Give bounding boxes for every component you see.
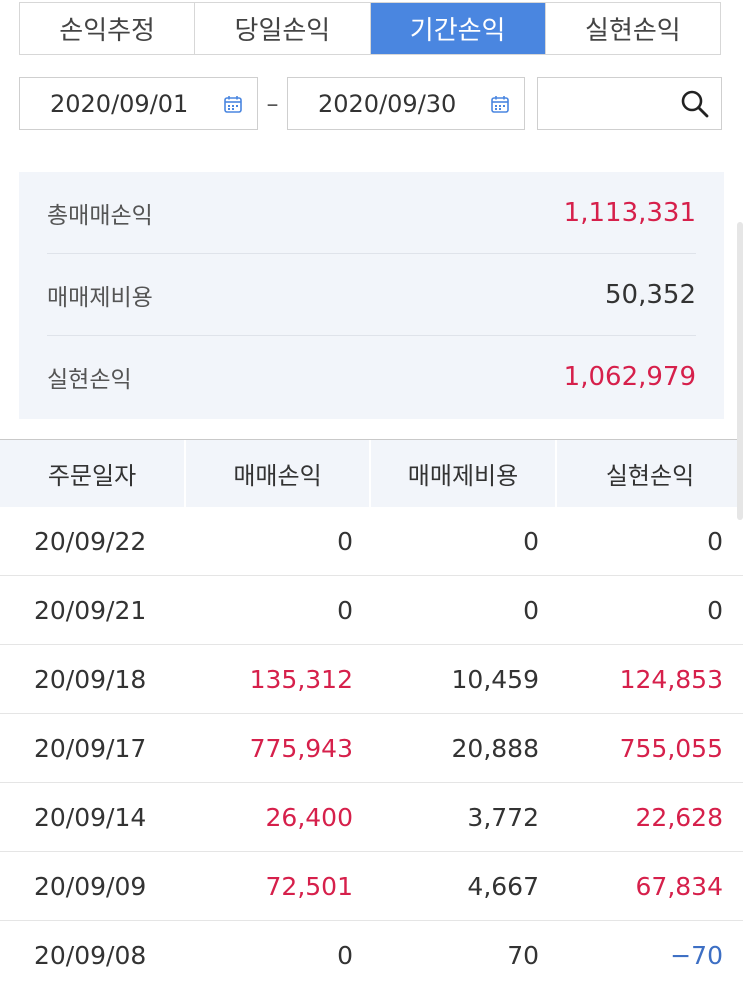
realized-pl-value: 1,062,979 [563, 362, 696, 392]
cell-order-date: 20/09/18 [34, 664, 147, 694]
table-row[interactable]: 20/09/18 135,312 10,459 124,853 [0, 645, 743, 714]
scrollbar[interactable] [737, 222, 743, 520]
total-trade-pl-value: 1,113,331 [563, 197, 696, 228]
tab-bar: 손익추정 당일손익 기간손익 실현손익 [19, 2, 721, 55]
tab-estimated-pl[interactable]: 손익추정 [20, 3, 196, 54]
cell-trade-pl: 0 [337, 526, 353, 556]
tab-realized-pl[interactable]: 실현손익 [545, 3, 720, 54]
column-header-trade-pl: 매매손익 [186, 440, 371, 507]
summary-row-trade-costs: 매매제비용 50,352 [47, 254, 696, 336]
cell-trade-costs: 4,667 [467, 871, 539, 901]
search-icon[interactable] [679, 88, 711, 120]
column-header-realized-pl: 실현손익 [605, 462, 695, 490]
table-row[interactable]: 20/09/09 72,501 4,667 67,834 [0, 852, 743, 921]
cell-order-date: 20/09/08 [34, 940, 147, 970]
trade-costs-value: 50,352 [605, 279, 696, 310]
column-header-trade-costs: 매매제비용 [371, 440, 557, 507]
total-trade-pl-label: 총매매손익 [47, 202, 153, 229]
calendar-icon[interactable] [490, 94, 510, 114]
cell-order-date: 20/09/22 [34, 526, 147, 556]
cell-realized-pl: 0 [707, 526, 723, 556]
table-row[interactable]: 20/09/22 0 0 0 [0, 507, 743, 576]
cell-trade-costs: 3,772 [467, 802, 539, 832]
search-box [537, 77, 722, 130]
end-date-field[interactable]: 2020/09/30 [287, 77, 525, 130]
cell-realized-pl: 755,055 [619, 733, 723, 763]
end-date-value: 2020/09/30 [318, 89, 457, 118]
cell-order-date: 20/09/14 [34, 802, 147, 832]
cell-trade-costs: 10,459 [451, 664, 539, 694]
tab-period-pl[interactable]: 기간손익 [370, 3, 546, 54]
summary-row-realized-pl: 실현손익 1,062,979 [47, 336, 696, 418]
start-date-value: 2020/09/01 [50, 89, 189, 118]
cell-trade-pl: 0 [337, 940, 353, 970]
cell-trade-pl: 26,400 [265, 802, 353, 832]
pl-table: 주문일자 매매손익 매매제비용 실현손익 20/09/22 0 0 0 20/0… [0, 439, 743, 983]
date-range-separator: – [266, 89, 279, 118]
trade-costs-label: 매매제비용 [47, 284, 153, 311]
table-row[interactable]: 20/09/08 0 70 −70 [0, 921, 743, 983]
cell-order-date: 20/09/09 [34, 871, 147, 901]
table-row[interactable]: 20/09/17 775,943 20,888 755,055 [0, 714, 743, 783]
column-header-order-date: 주문일자 [0, 440, 186, 507]
cell-trade-pl: 775,943 [249, 733, 353, 763]
calendar-icon[interactable] [223, 94, 243, 114]
cell-realized-pl: −70 [670, 940, 723, 970]
realized-pl-label: 실현손익 [47, 367, 132, 393]
start-date-field[interactable]: 2020/09/01 [19, 77, 258, 130]
summary-row-total-trade-pl: 총매매손익 1,113,331 [47, 172, 696, 254]
cell-trade-costs: 20,888 [451, 733, 539, 763]
search-input[interactable] [538, 78, 678, 129]
table-header: 주문일자 매매손익 매매제비용 실현손익 [0, 439, 743, 507]
cell-trade-costs: 0 [523, 595, 539, 625]
table-row[interactable]: 20/09/14 26,400 3,772 22,628 [0, 783, 743, 852]
cell-trade-costs: 0 [523, 526, 539, 556]
cell-realized-pl: 0 [707, 595, 723, 625]
cell-realized-pl: 22,628 [635, 802, 723, 832]
tab-daily-pl[interactable]: 당일손익 [195, 3, 371, 54]
summary-panel: 총매매손익 1,113,331 매매제비용 50,352 실현손익 1,062,… [19, 172, 724, 419]
table-row[interactable]: 20/09/21 0 0 0 [0, 576, 743, 645]
cell-realized-pl: 67,834 [635, 871, 723, 901]
cell-trade-pl: 0 [337, 595, 353, 625]
cell-order-date: 20/09/17 [34, 733, 147, 763]
cell-trade-pl: 135,312 [249, 664, 353, 694]
cell-trade-costs: 70 [507, 940, 539, 970]
cell-order-date: 20/09/21 [34, 595, 147, 625]
cell-realized-pl: 124,853 [619, 664, 723, 694]
cell-trade-pl: 72,501 [265, 871, 353, 901]
